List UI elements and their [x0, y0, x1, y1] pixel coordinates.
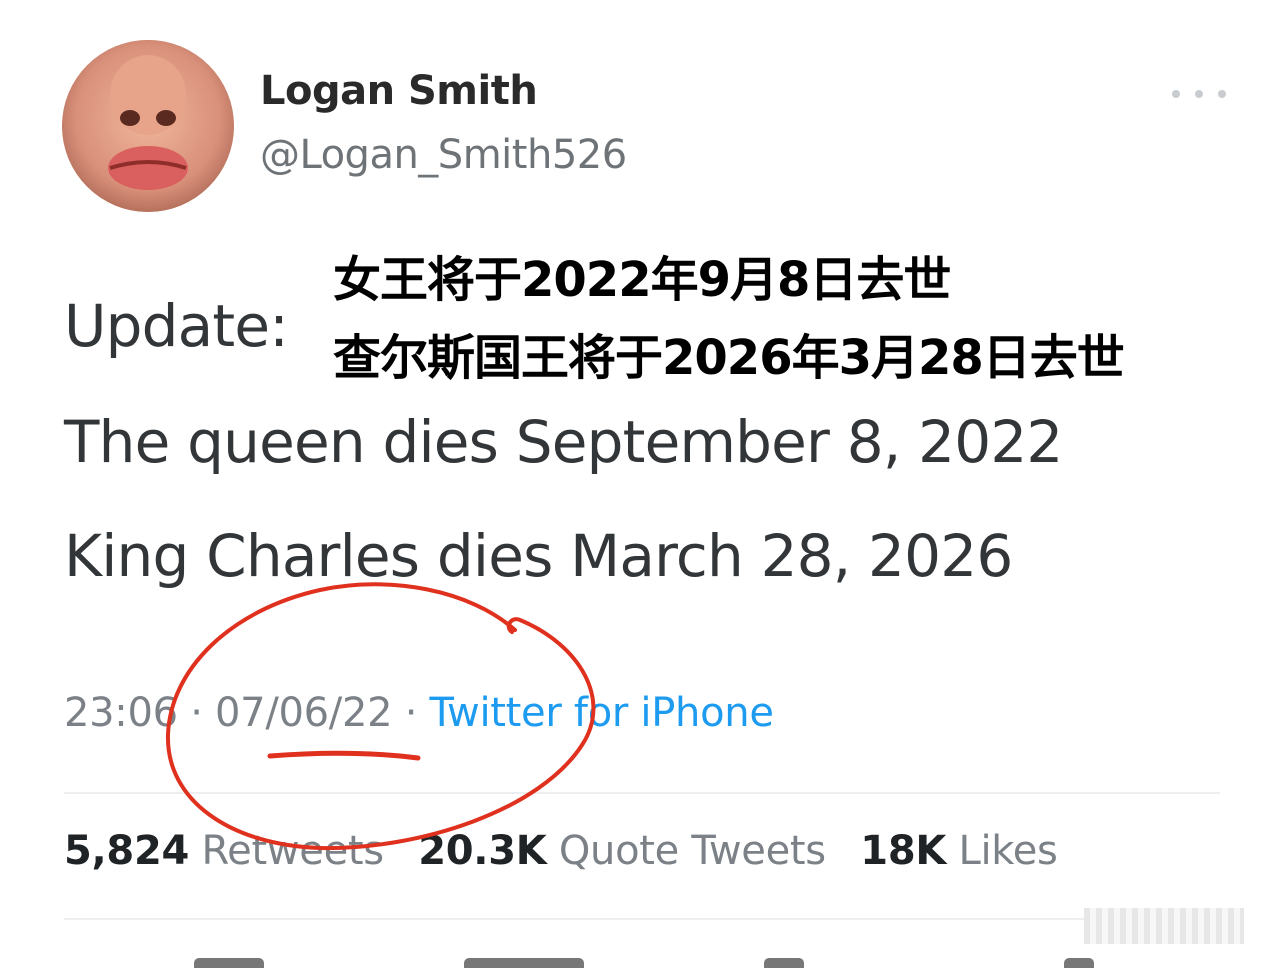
meta-separator: ·	[392, 690, 430, 736]
overlay-caption-line-2: 查尔斯国王将于2026年3月28日去世	[333, 330, 1125, 386]
more-dot	[1195, 90, 1203, 98]
username-handle[interactable]: @Logan_Smith526	[260, 132, 627, 178]
tweet-date[interactable]: 07/06/22	[215, 690, 393, 736]
retweets-label: Retweets	[201, 828, 384, 874]
tweet-time[interactable]: 23:06	[64, 690, 178, 736]
retweets-count: 5,824	[64, 828, 190, 874]
tweet-action-bar	[64, 948, 1220, 970]
like-icon[interactable]	[764, 958, 804, 968]
display-name[interactable]: Logan Smith	[260, 68, 538, 114]
watermark	[1084, 908, 1244, 944]
more-dot	[1218, 90, 1226, 98]
quote-tweets-count: 20.3K	[418, 828, 547, 874]
quote-tweets-label: Quote Tweets	[558, 828, 826, 874]
more-dot	[1172, 90, 1180, 98]
likes-stat[interactable]: 18K Likes	[860, 828, 1058, 874]
overlay-caption-line-1: 女王将于2022年9月8日去世	[333, 252, 951, 308]
avatar[interactable]	[62, 40, 234, 212]
share-icon[interactable]	[1064, 958, 1094, 968]
tweet-text-update: Update:	[64, 292, 289, 360]
meta-separator: ·	[177, 690, 216, 736]
annotation-underline	[267, 750, 421, 761]
divider	[64, 792, 1220, 794]
reply-icon[interactable]	[194, 958, 264, 968]
tweet-text-queen: The queen dies September 8, 2022	[64, 408, 1063, 476]
engagement-stats: 5,824 Retweets 20.3K Quote Tweets 18K Li…	[64, 828, 1080, 874]
likes-label: Likes	[958, 828, 1058, 874]
divider	[64, 918, 1220, 920]
tweet-source-link[interactable]: Twitter for iPhone	[430, 690, 774, 736]
tweet-meta: 23:06 · 07/06/22 · Twitter for iPhone	[64, 690, 774, 736]
quote-tweets-stat[interactable]: 20.3K Quote Tweets	[418, 828, 826, 874]
retweet-icon[interactable]	[464, 958, 584, 968]
likes-count: 18K	[860, 828, 947, 874]
more-horizontal-icon[interactable]	[1172, 86, 1226, 102]
retweets-stat[interactable]: 5,824 Retweets	[64, 828, 384, 874]
avatar-face-image	[62, 40, 234, 212]
tweet-text-king: King Charles dies March 28, 2026	[64, 522, 1013, 590]
